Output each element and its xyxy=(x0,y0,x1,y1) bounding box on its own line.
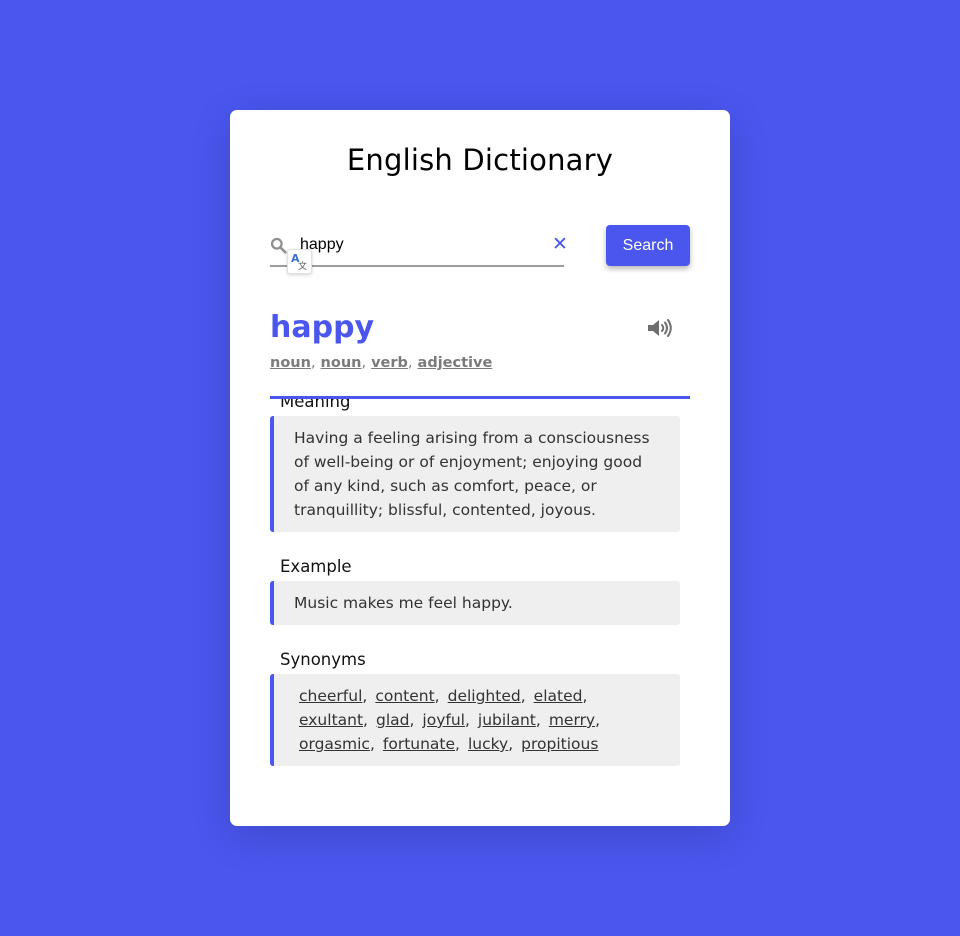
app-title: English Dictionary xyxy=(346,143,614,177)
search-box: ✕ A 文 xyxy=(270,225,568,274)
pos-link[interactable]: verb xyxy=(371,355,408,371)
synonym-link[interactable]: content xyxy=(375,687,434,705)
synonym-link[interactable]: exultant xyxy=(299,711,363,729)
clear-icon[interactable]: ✕ xyxy=(552,235,568,254)
parts-of-speech: noun, noun, verb, adjective xyxy=(270,355,493,371)
synonym-link[interactable]: cheerful xyxy=(299,687,362,705)
synonyms-list: cheerful, content, delighted, elated, exulta… xyxy=(270,674,680,766)
search-button[interactable]: Search xyxy=(606,225,690,266)
synonym-link[interactable]: lucky xyxy=(468,735,508,753)
speaker-icon[interactable] xyxy=(647,318,675,338)
synonym-link[interactable]: joyful xyxy=(422,711,465,729)
example-label: Example xyxy=(280,557,352,576)
definition-scroll-area[interactable]: Meaning Having a feeling arising from a … xyxy=(270,396,690,776)
pos-link[interactable]: noun xyxy=(270,355,311,371)
synonym-link[interactable]: fortunate xyxy=(383,735,455,753)
search-input[interactable] xyxy=(300,232,540,258)
dictionary-card: English Dictionary ✕ A 文 Search happy no… xyxy=(230,110,730,826)
svg-text:文: 文 xyxy=(298,260,307,272)
search-icon xyxy=(270,237,287,254)
meaning-label: Meaning xyxy=(280,396,351,411)
synonym-link[interactable]: orgasmic xyxy=(299,735,370,753)
synonym-link[interactable]: propitious xyxy=(521,735,598,753)
headword: happy xyxy=(270,310,375,345)
search-row: ✕ A 文 Search xyxy=(270,225,690,274)
pos-link[interactable]: noun xyxy=(321,355,362,371)
synonym-link[interactable]: merry xyxy=(549,711,595,729)
meaning-text: Having a feeling arising from a consciou… xyxy=(270,416,680,532)
synonym-link[interactable]: delighted xyxy=(448,687,521,705)
synonym-link[interactable]: jubilant xyxy=(478,711,536,729)
example-text: Music makes me feel happy. xyxy=(270,581,680,625)
synonyms-label: Synonyms xyxy=(280,650,366,669)
translate-icon[interactable]: A 文 xyxy=(287,249,312,274)
pos-link[interactable]: adjective xyxy=(418,355,493,371)
synonym-link[interactable]: glad xyxy=(376,711,409,729)
synonym-link[interactable]: elated xyxy=(534,687,583,705)
